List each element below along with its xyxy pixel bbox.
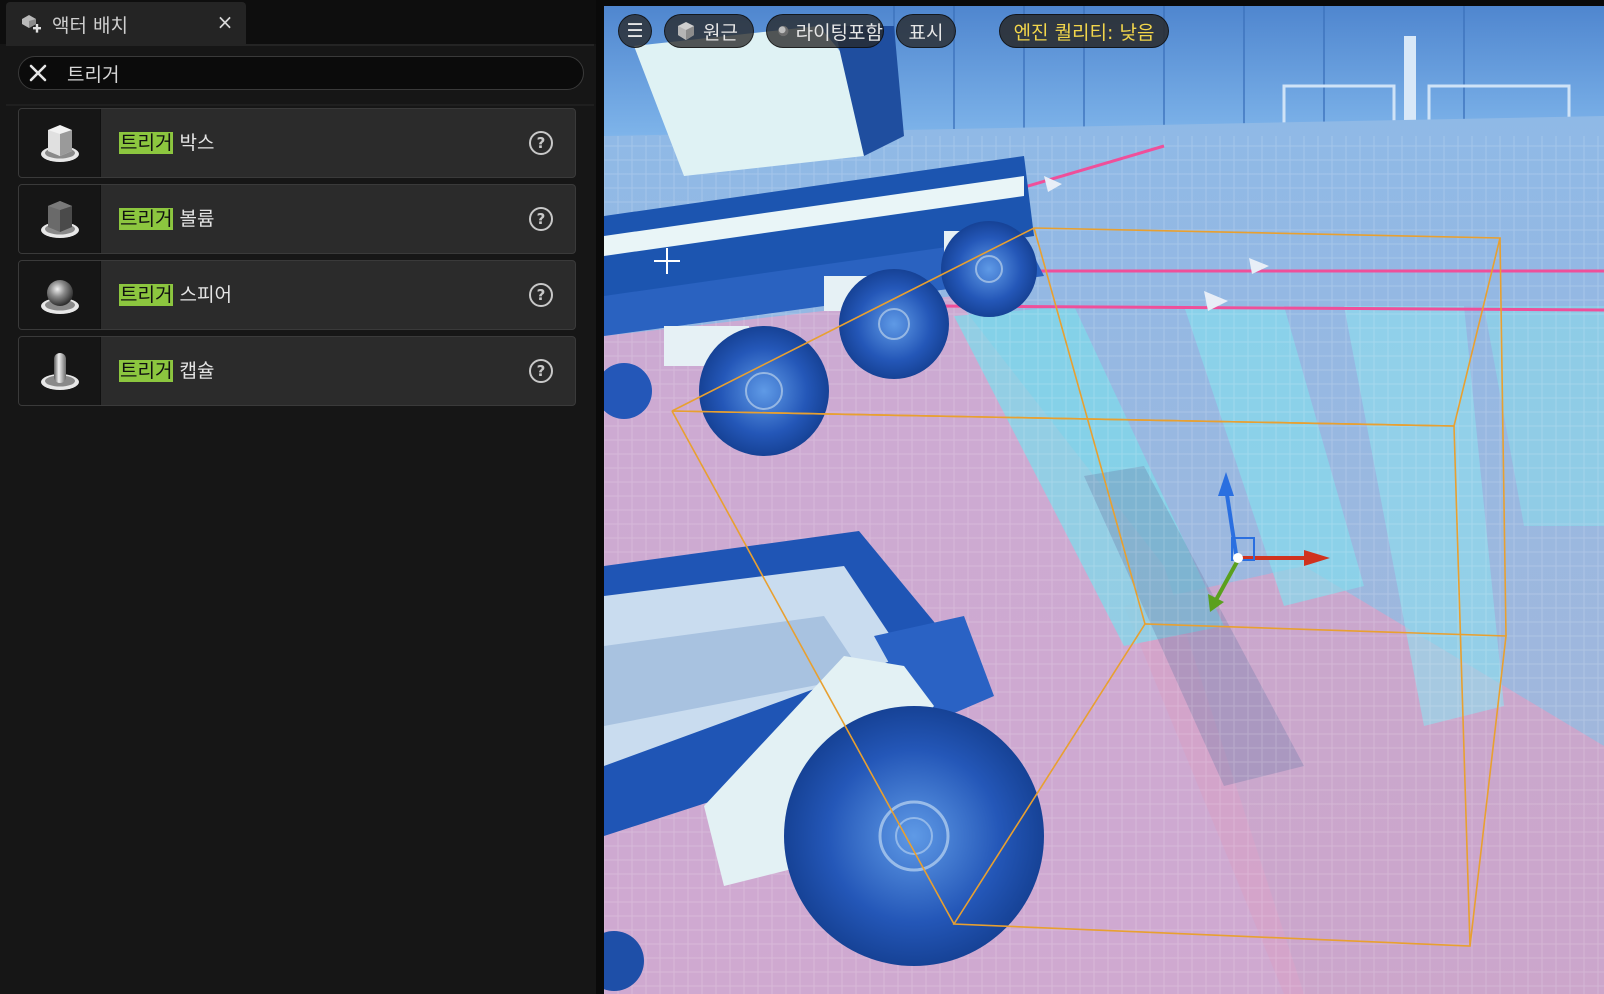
perspective-label: 원근 — [703, 21, 738, 44]
help-icon[interactable]: ? — [529, 131, 553, 155]
trigger-sphere-icon — [41, 280, 79, 314]
item-thumbnail — [19, 109, 101, 177]
item-label-rest: 박스 — [173, 132, 215, 154]
trigger-box-icon — [41, 125, 79, 162]
clear-search-icon[interactable] — [26, 61, 50, 85]
hamburger-icon: ☰ — [626, 20, 644, 42]
search-highlight: 트리거 — [119, 208, 174, 230]
item-label-rest: 볼륨 — [173, 208, 215, 230]
list-item-trigger-capsule[interactable]: 트리거 캡슐 ? — [18, 336, 576, 406]
perspective-button[interactable]: 원근 — [664, 14, 754, 48]
search-box — [18, 56, 584, 90]
place-actors-tab[interactable]: 액터 배치 × — [6, 2, 246, 44]
item-label: 트리거 캡슐 — [119, 356, 214, 383]
search-separator — [6, 104, 594, 106]
search-highlight: 트리거 — [119, 132, 174, 154]
search-highlight: 트리거 — [119, 360, 174, 382]
engine-quality-button[interactable]: 엔진 퀄리티: 낮음 — [999, 14, 1169, 48]
lighting-label: 라이팅포함 — [795, 21, 883, 44]
item-thumbnail — [19, 261, 101, 329]
item-thumbnail — [19, 185, 101, 253]
item-label: 트리거 볼륨 — [119, 204, 214, 231]
scene-render — [604, 6, 1604, 994]
panel-tab-bar: 액터 배치 × — [0, 0, 600, 44]
show-label: 표시 — [908, 21, 944, 44]
lit-sphere-icon — [778, 25, 789, 37]
item-label: 트리거 박스 — [119, 128, 214, 155]
item-label-rest: 캡슐 — [173, 360, 215, 382]
place-actors-icon — [22, 15, 41, 33]
close-tab-button[interactable]: × — [214, 10, 236, 34]
trigger-volume-icon — [41, 201, 79, 238]
help-icon[interactable]: ? — [529, 283, 553, 307]
item-label: 트리거 스피어 — [119, 280, 232, 307]
item-label-rest: 스피어 — [173, 284, 232, 306]
search-input[interactable] — [67, 59, 567, 87]
trigger-capsule-icon — [41, 353, 79, 390]
viewport-menu-button[interactable]: ☰ — [618, 14, 652, 48]
list-item-trigger-box[interactable]: 트리거 박스 ? — [18, 108, 576, 178]
tab-title: 액터 배치 — [52, 15, 128, 37]
help-icon[interactable]: ? — [529, 359, 553, 383]
level-viewport[interactable]: ☰ 원근 라이팅포함 표시 엔진 퀄리티: 낮음 — [604, 6, 1604, 994]
list-item-trigger-sphere[interactable]: 트리거 스피어 ? — [18, 260, 576, 330]
lighting-mode-button[interactable]: 라이팅포함 — [766, 14, 884, 48]
place-actors-panel: 액터 배치 × 트리거 트리거 박스 ? 트리거 볼륨 ? 트리거 스피어 ? … — [0, 0, 600, 994]
list-item-trigger-volume[interactable]: 트리거 볼륨 ? — [18, 184, 576, 254]
tab-underline — [6, 44, 594, 46]
show-button[interactable]: 표시 — [896, 14, 956, 48]
help-icon[interactable]: ? — [529, 207, 553, 231]
search-highlight: 트리거 — [119, 284, 174, 306]
cube-icon — [678, 22, 694, 40]
engine-quality-label: 엔진 퀄리티: 낮음 — [1013, 21, 1155, 44]
item-thumbnail — [19, 337, 101, 405]
panel-splitter[interactable] — [596, 0, 604, 994]
